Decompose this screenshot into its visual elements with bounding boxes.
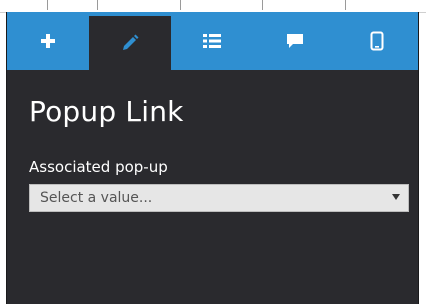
divider (47, 0, 48, 10)
chevron-down-icon (392, 194, 400, 200)
tab-mobile[interactable] (336, 12, 418, 70)
comment-icon (286, 34, 303, 48)
tab-add[interactable] (7, 12, 89, 70)
pencil-icon (123, 34, 139, 50)
associated-popup-label: Associated pop-up (29, 158, 168, 176)
list-icon (203, 34, 222, 48)
tab-edit[interactable] (89, 12, 172, 70)
tab-list[interactable] (171, 12, 253, 70)
associated-popup-select[interactable]: Select a value... (29, 184, 409, 212)
tab-comment[interactable] (254, 12, 336, 70)
mobile-icon (370, 31, 384, 51)
select-placeholder: Select a value... (40, 190, 153, 206)
divider (97, 0, 98, 10)
properties-panel: Popup Link Associated pop-up Select a va… (6, 12, 419, 304)
tab-bar (7, 12, 418, 70)
divider (262, 0, 263, 10)
divider (180, 0, 181, 10)
divider (345, 0, 346, 10)
plus-icon (41, 34, 56, 48)
panel-title: Popup Link (29, 95, 184, 128)
